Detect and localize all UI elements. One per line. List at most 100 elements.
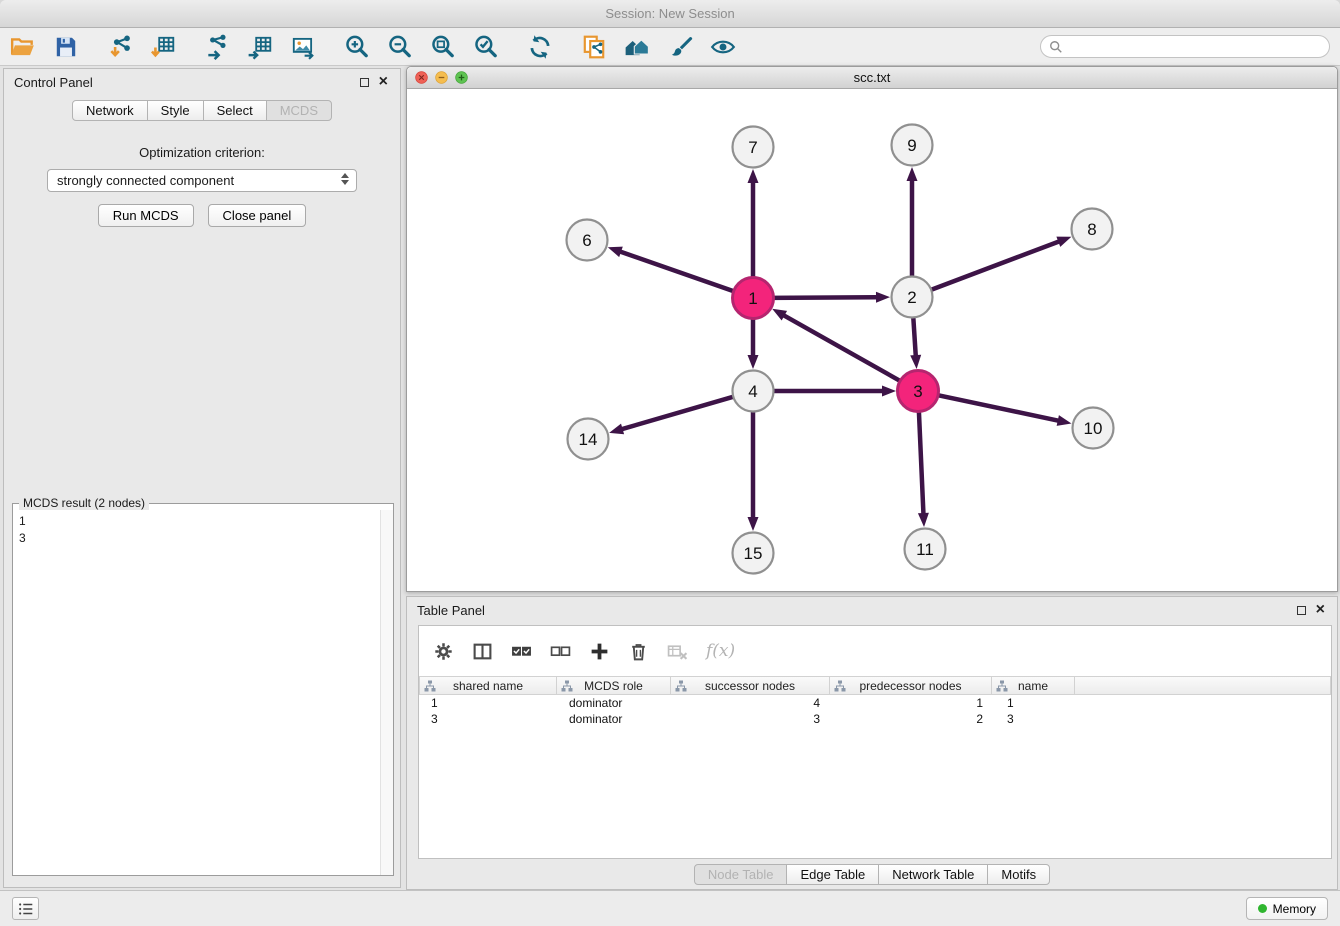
column-tree-icon — [561, 680, 573, 692]
graph-edge-3-1[interactable] — [784, 316, 902, 382]
tab-style[interactable]: Style — [147, 100, 204, 121]
show-columns-button[interactable] — [472, 641, 493, 662]
import-network-button[interactable] — [107, 34, 133, 60]
main-toolbar — [0, 28, 1340, 66]
tab-node-table[interactable]: Node Table — [694, 864, 788, 885]
graph-node-6[interactable]: 6 — [567, 220, 608, 261]
window-title: Session: New Session — [605, 6, 734, 21]
tab-select[interactable]: Select — [203, 100, 267, 121]
graph-node-3[interactable]: 3 — [898, 371, 939, 412]
table-cell: 1 — [832, 696, 995, 710]
table-row[interactable]: 3dominator323 — [419, 711, 1331, 727]
table-row[interactable]: 1dominator411 — [419, 695, 1331, 711]
refresh-icon — [527, 34, 553, 60]
zoom-in-button[interactable] — [344, 34, 370, 60]
close-control-panel-button[interactable]: × — [379, 74, 388, 90]
column-header-MCDS-role[interactable]: MCDS role — [556, 676, 671, 695]
export-network-button[interactable] — [204, 34, 230, 60]
eye-icon — [710, 34, 736, 60]
graph-edge-2-8[interactable] — [929, 242, 1058, 291]
zoom-traffic-icon — [455, 71, 468, 84]
apply-layout-button[interactable] — [527, 34, 553, 60]
graph-edge-1-6[interactable] — [621, 252, 736, 292]
run-mcds-button[interactable]: Run MCDS — [98, 204, 194, 227]
window-close-button[interactable] — [415, 71, 428, 84]
graph-arrowhead — [882, 386, 896, 397]
graph-edge-4-14[interactable] — [623, 396, 736, 429]
network-canvas[interactable]: 7 9 6 8 1 2 4 3 14 10 15 11 — [407, 89, 1337, 591]
double-home-icon — [624, 34, 650, 60]
graph-node-8[interactable]: 8 — [1072, 209, 1113, 250]
graph-node-label: 15 — [744, 544, 763, 563]
float-control-panel-button[interactable] — [360, 78, 369, 87]
import-table-button[interactable] — [150, 34, 176, 60]
graph-edge-3-11[interactable] — [919, 409, 924, 513]
save-session-button[interactable] — [53, 34, 79, 60]
graph-node-1[interactable]: 1 — [733, 278, 774, 319]
column-header-predecessor-nodes[interactable]: predecessor nodes — [829, 676, 992, 695]
window-zoom-button[interactable] — [455, 71, 468, 84]
zoom-group — [344, 34, 499, 60]
graph-arrowhead — [876, 292, 890, 303]
network-window: scc.txt 7968124314101511 — [406, 66, 1338, 592]
export-group — [204, 34, 316, 60]
result-scrollbar[interactable] — [380, 510, 393, 875]
graph-edge-1-2[interactable] — [771, 297, 876, 298]
tab-network[interactable]: Network — [72, 100, 148, 121]
column-header-shared-name[interactable]: shared name — [419, 676, 557, 695]
graph-node-14[interactable]: 14 — [568, 419, 609, 460]
export-table-button[interactable] — [247, 34, 273, 60]
select-all-rows-button[interactable] — [511, 641, 532, 662]
tab-network-table[interactable]: Network Table — [878, 864, 988, 885]
graph-node-11[interactable]: 11 — [905, 529, 946, 570]
graph-node-2[interactable]: 2 — [892, 277, 933, 318]
column-tree-icon — [834, 680, 846, 692]
graph-node-15[interactable]: 15 — [733, 533, 774, 574]
graph-node-label: 14 — [579, 430, 598, 449]
window-minimize-button[interactable] — [435, 71, 448, 84]
column-header-name[interactable]: name — [991, 676, 1075, 695]
file-group — [10, 34, 79, 60]
show-hide-button[interactable] — [710, 34, 736, 60]
home-button[interactable] — [624, 34, 650, 60]
deselect-all-rows-button[interactable] — [550, 641, 571, 662]
task-history-button[interactable] — [12, 897, 39, 920]
graph-node-9[interactable]: 9 — [892, 125, 933, 166]
zoom-out-button[interactable] — [387, 34, 413, 60]
clone-network-button[interactable] — [581, 34, 607, 60]
tab-mcds[interactable]: MCDS — [266, 100, 332, 121]
table-settings-button[interactable] — [433, 641, 454, 662]
column-header-successor-nodes[interactable]: successor nodes — [670, 676, 830, 695]
add-column-button[interactable] — [589, 641, 610, 662]
zoom-fit-button[interactable] — [430, 34, 456, 60]
export-image-button[interactable] — [290, 34, 316, 60]
graph-edge-3-10[interactable] — [936, 395, 1058, 421]
delete-column-button[interactable] — [628, 641, 649, 662]
export-network-icon — [204, 34, 230, 60]
close-mcds-panel-button[interactable]: Close panel — [208, 204, 307, 227]
column-header-label: MCDS role — [584, 679, 643, 693]
minimize-traffic-icon — [435, 71, 448, 84]
graph-edge-2-3[interactable] — [913, 315, 916, 355]
search-box[interactable] — [1040, 35, 1330, 58]
criterion-dropdown[interactable]: strongly connected component — [47, 169, 357, 192]
zoom-selected-button[interactable] — [473, 34, 499, 60]
tab-motifs[interactable]: Motifs — [987, 864, 1050, 885]
style-brush-button[interactable] — [667, 34, 693, 60]
tab-edge-table[interactable]: Edge Table — [786, 864, 879, 885]
application-window: Session: New Session — [0, 0, 1340, 926]
delete-table-button[interactable] — [667, 641, 688, 662]
trash-icon — [628, 641, 649, 662]
graph-node-10[interactable]: 10 — [1073, 408, 1114, 449]
function-builder-button[interactable]: f(x) — [706, 641, 735, 661]
graph-arrowhead — [1057, 415, 1072, 426]
titlebar: Session: New Session — [0, 0, 1340, 28]
open-session-button[interactable] — [10, 34, 36, 60]
graph-node-4[interactable]: 4 — [733, 371, 774, 412]
mcds-result-text: 13 — [13, 510, 393, 550]
search-input[interactable] — [1068, 39, 1321, 54]
close-table-panel-button[interactable]: × — [1316, 602, 1325, 618]
float-table-panel-button[interactable] — [1297, 606, 1306, 615]
graph-node-7[interactable]: 7 — [733, 127, 774, 168]
memory-button[interactable]: Memory — [1246, 897, 1328, 920]
